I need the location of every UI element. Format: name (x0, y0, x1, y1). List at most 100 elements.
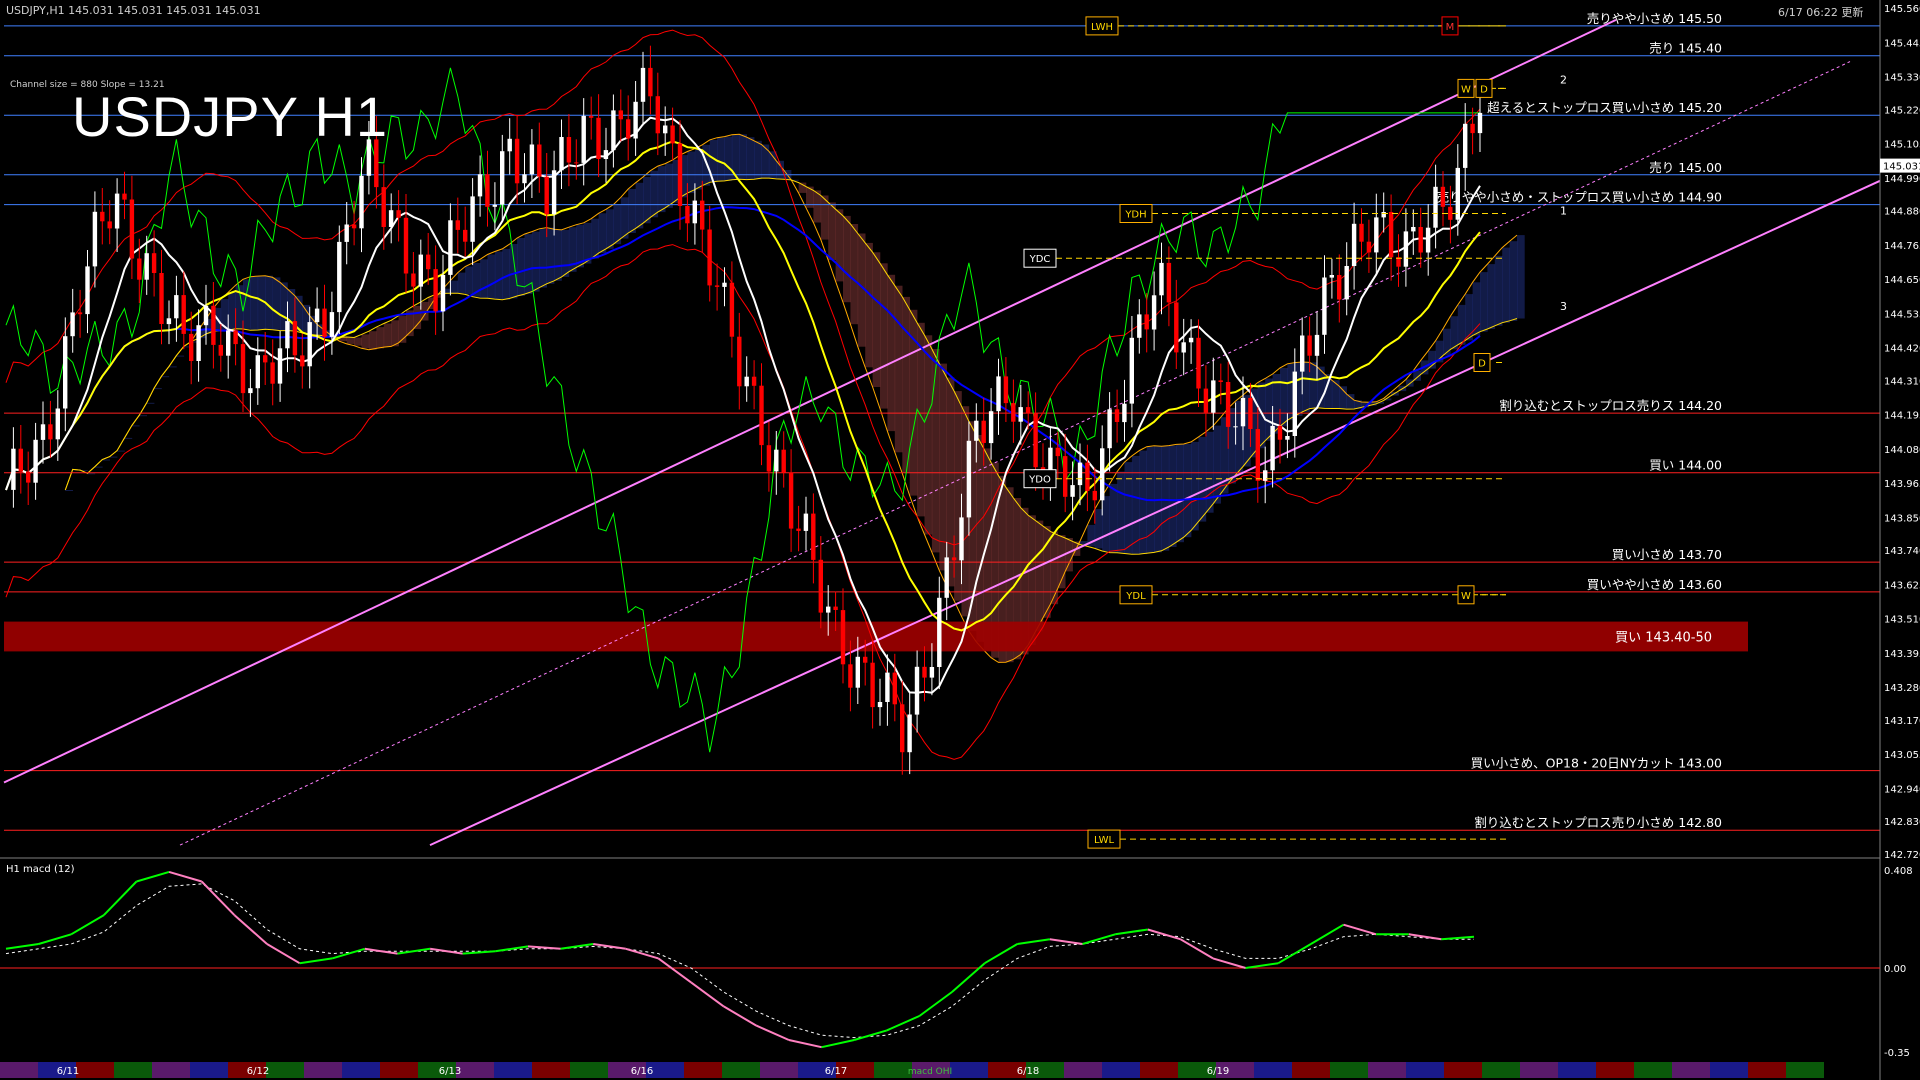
timeline-date-label: 6/16 (631, 1066, 653, 1077)
candle-body (1174, 302, 1179, 353)
candle-body (1137, 314, 1142, 338)
candle-body (900, 704, 905, 753)
candle-body (833, 606, 838, 610)
cloud-slice (1198, 436, 1207, 522)
candle-body (411, 273, 416, 287)
cloud-slice (176, 355, 185, 357)
candle-body (1381, 212, 1386, 218)
y-tick-label: 143.740 (1884, 546, 1920, 557)
y-tick-label: 143.625 (1884, 580, 1920, 591)
cloud-slice (1339, 386, 1347, 409)
candle-body (974, 420, 979, 441)
cloud-slice (1331, 380, 1340, 409)
candle-body (48, 424, 53, 440)
timeline-block (1406, 1062, 1444, 1078)
cloud-slice (872, 252, 881, 387)
candle-body (1240, 397, 1246, 427)
candle-body (448, 220, 453, 275)
timeline-block (950, 1062, 988, 1078)
buy-zone-label: 買い 143.40-50 (1615, 631, 1712, 646)
candle-body (1092, 490, 1097, 501)
timeline-date-label: 6/12 (247, 1066, 269, 1077)
cloud-slice (1465, 294, 1473, 341)
candle-body (1166, 262, 1172, 303)
y-tick-label: 143.510 (1884, 615, 1920, 626)
y-tick-label: 144.990 (1884, 174, 1920, 185)
candle-body (574, 162, 579, 164)
cloud-slice (865, 242, 873, 368)
candle-body (122, 193, 127, 200)
candle-body (1263, 470, 1268, 481)
macd-y-tick: 0.00 (1884, 964, 1906, 975)
y-tick-label: 145.560 (1884, 4, 1920, 15)
candle-body (907, 714, 912, 753)
cloud-slice (354, 337, 362, 346)
candle-body (166, 318, 172, 325)
candle-body (189, 333, 194, 361)
candle-body (633, 101, 638, 139)
candle-body (1329, 275, 1334, 278)
cloud-slice (924, 335, 933, 535)
candle-body (811, 513, 816, 560)
candle-body (707, 229, 712, 286)
candle-body (877, 702, 883, 708)
candle-body (107, 221, 112, 229)
y-tick-label: 144.535 (1884, 309, 1920, 320)
candle-body (277, 348, 283, 384)
current-price-label: 145.031 (1883, 162, 1920, 173)
candle-body (344, 224, 349, 242)
candle-body (1025, 407, 1031, 414)
timeline-block (380, 1062, 418, 1078)
timeline-block (342, 1062, 380, 1078)
candle-body (522, 174, 527, 184)
candle-body (381, 187, 386, 227)
candle-body (322, 308, 327, 337)
candle-body (1003, 376, 1009, 404)
cloud-slice (368, 331, 377, 350)
candle-body (196, 325, 201, 361)
timeline-block (1634, 1062, 1672, 1078)
candle-body (1085, 462, 1090, 491)
candle-body (1314, 334, 1320, 356)
cloud-slice (1035, 520, 1044, 632)
candle-body (937, 597, 942, 667)
cloud-slice (954, 391, 962, 601)
candle-body (426, 254, 431, 270)
candle-body (263, 355, 268, 363)
y-tick-label: 144.765 (1884, 241, 1920, 252)
timeline-block (1330, 1062, 1368, 1078)
cloud-slice (694, 148, 703, 190)
cloud-slice (1176, 444, 1184, 543)
timeline-block (1482, 1062, 1520, 1078)
candle-body (959, 517, 964, 561)
timeline-block (1254, 1062, 1292, 1078)
level-label: 買い 144.00 (1649, 458, 1722, 473)
timeline-block (1064, 1062, 1102, 1078)
marker-label: D (1478, 359, 1486, 370)
cloud-slice (976, 435, 984, 642)
chart-canvas: 買い 143.40-50 売りやや小さめ 145.50売り 145.40超えると… (0, 0, 1920, 1080)
candle-body (270, 362, 275, 384)
marker-label: LWL (1094, 835, 1115, 846)
cloud-slice (1502, 247, 1510, 323)
cloud-slice (724, 136, 733, 181)
candle-body (1285, 436, 1290, 440)
y-tick-label: 143.055 (1884, 750, 1920, 761)
candle-body (1359, 223, 1364, 242)
timeline-date-label: 6/11 (57, 1066, 79, 1077)
cloud-slice (850, 224, 859, 325)
candle-body (1433, 186, 1438, 228)
candle-body (1181, 342, 1186, 353)
timeline-block (684, 1062, 722, 1078)
candle-body (655, 96, 660, 134)
cloud-slice (1161, 446, 1170, 551)
cloud-slice (465, 266, 473, 295)
cloud-slice (606, 209, 614, 249)
candle-body (248, 388, 253, 394)
cloud-slice (1509, 241, 1518, 321)
candle-body (144, 253, 149, 280)
candle-body (137, 258, 142, 280)
timeline-block (494, 1062, 532, 1078)
candle-body (1292, 371, 1297, 436)
timeline-block (1444, 1062, 1482, 1078)
